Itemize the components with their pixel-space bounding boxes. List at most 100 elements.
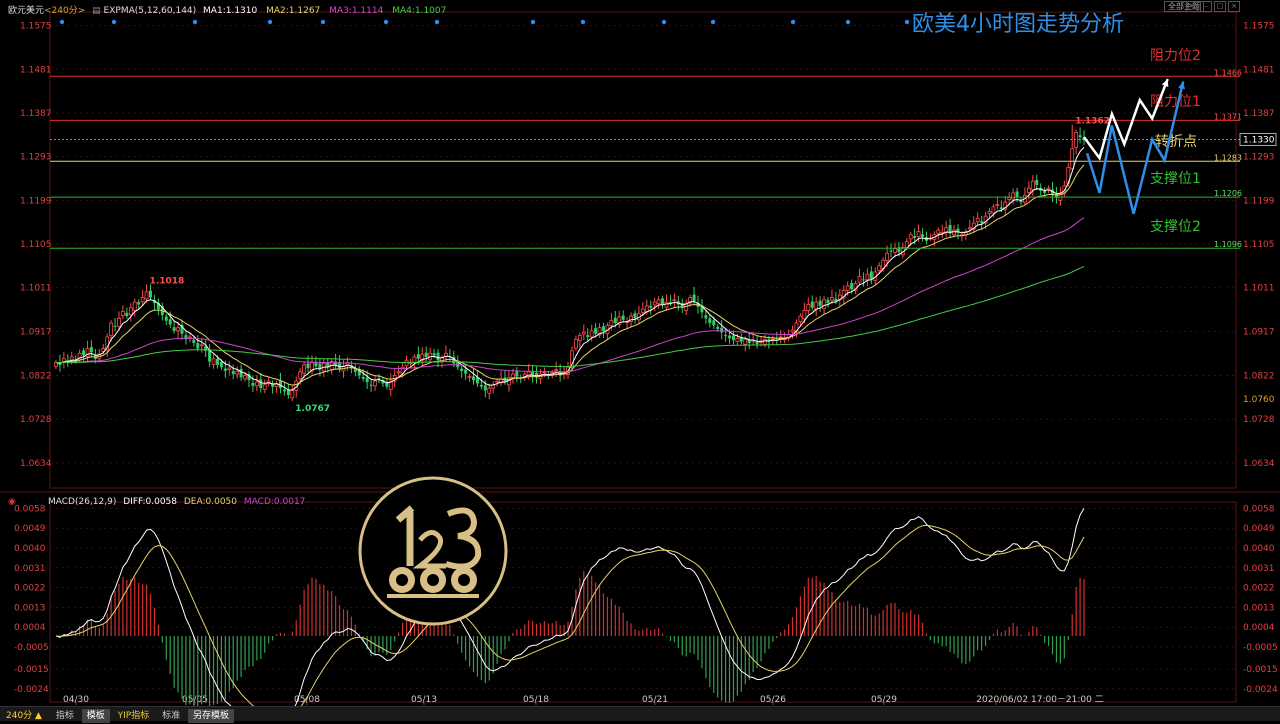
- event-dot: [790, 19, 796, 25]
- candle-body-down: [810, 301, 814, 308]
- macd-tick-right: 0.0013: [1243, 603, 1275, 613]
- pin-icon[interactable]: ⌖: [1186, 1, 1198, 12]
- toolbar-indicator[interactable]: 指标: [51, 709, 79, 723]
- x-tick-label: 04/30: [63, 695, 89, 705]
- indicator-label[interactable]: EXPMA(5,12,60,144): [104, 6, 197, 16]
- candle-body-up: [77, 352, 82, 361]
- candle-body-down: [724, 335, 728, 337]
- x-tick-label: 05/26: [760, 695, 786, 705]
- candle-body-up: [396, 371, 401, 374]
- candle-body-up: [822, 299, 826, 310]
- candle-body-down: [999, 207, 1003, 210]
- toolbar-save-template[interactable]: 另存模板: [187, 709, 234, 723]
- overlay-title: 欧美4小时图走势分析: [912, 12, 1124, 37]
- macd-values: MACD(26,12,9) DIFF:0.0058 DEA:0.0050 MAC…: [48, 497, 305, 507]
- candle-body-up: [987, 211, 992, 214]
- candle-body-up: [199, 344, 204, 347]
- watermark-logo: [358, 476, 508, 626]
- price-tick-left: 1.0917: [20, 327, 52, 337]
- extreme-annotation: 1.0767: [295, 404, 330, 414]
- price-chart-svg[interactable]: 1.1575 1.1575 1.1481 1.1481 1.1387 1.1387 1.12…: [0, 0, 1280, 724]
- candle-body-down: [483, 385, 487, 391]
- price-tick-right: 1.1481: [1243, 65, 1275, 75]
- event-dot: [845, 19, 851, 25]
- macd-toggle-icon[interactable]: ◉: [8, 497, 16, 507]
- candle-body-up: [412, 356, 417, 363]
- price-tick-right: 1.1011: [1243, 284, 1275, 294]
- price-tick-right: 1.0822: [1243, 372, 1275, 382]
- macd-tick-right: 0.0031: [1243, 564, 1275, 574]
- macd-pane-frame: [49, 501, 1237, 703]
- price-tick-right: 1.1105: [1243, 240, 1275, 250]
- candle-body-down: [471, 376, 475, 381]
- price-tick-right: 1.0917: [1243, 327, 1275, 337]
- candle-body-down: [219, 362, 223, 368]
- macd-tick-right: 0.0004: [1243, 623, 1275, 633]
- candle-body-down: [601, 326, 605, 331]
- right-marker-label: 1.0760: [1243, 395, 1275, 405]
- bottom-toolbar: 240分 ▲ 指标 模板 YIP指标 标准 另存模板: [0, 706, 1280, 723]
- macd-tick-left: -0.0024: [14, 685, 49, 695]
- candle-body-down: [728, 335, 732, 339]
- candle-body-down: [661, 298, 665, 305]
- candle-body-up: [373, 380, 377, 387]
- price-tick-right: 1.1387: [1243, 109, 1275, 119]
- candle-body-down: [251, 382, 255, 386]
- candle-body-up: [132, 301, 137, 311]
- candle-body-down: [125, 312, 129, 317]
- candle-body-down: [369, 384, 373, 386]
- ma3-value: MA3:1.1114: [329, 6, 384, 16]
- candle-body-down: [720, 327, 724, 333]
- extreme-annotation: 1.1362: [1075, 117, 1110, 127]
- macd-tick-right: -0.0005: [1243, 643, 1278, 653]
- ma-line-ma3: [55, 217, 1085, 373]
- toolbar-template[interactable]: 模板: [81, 709, 110, 723]
- event-dot: [661, 19, 667, 25]
- level-value-label: 1.1206: [1214, 189, 1242, 198]
- symbol-name[interactable]: 欧元美元: [8, 6, 44, 16]
- macd-tick-right: -0.0015: [1243, 665, 1278, 675]
- candle-body-down: [196, 343, 200, 349]
- macd-diff-line: [55, 508, 1085, 724]
- candle-body-up: [893, 248, 897, 253]
- price-tick-left: 1.1481: [20, 65, 52, 75]
- candle-body-down: [633, 313, 637, 319]
- macd-tick-left: -0.0005: [14, 643, 49, 653]
- candle-body-down: [704, 315, 708, 319]
- toolbar-yip[interactable]: YIP指标: [113, 709, 155, 723]
- close-icon[interactable]: ×: [1228, 1, 1240, 12]
- candle-body-up: [404, 359, 409, 367]
- candle-body-down: [223, 368, 227, 371]
- candle-body-down: [869, 271, 873, 279]
- candle-body-up: [109, 322, 114, 336]
- level-value-label: 1.1096: [1214, 240, 1242, 249]
- x-tick-label: 2020/06/02 17:00－21:00 二: [976, 695, 1103, 705]
- candle-body-down: [192, 339, 196, 344]
- ma2-value: MA2:1.1267: [266, 6, 321, 16]
- candle-body-up: [967, 227, 972, 230]
- candle-body-down: [755, 341, 759, 344]
- candle-body-up: [652, 301, 657, 306]
- event-dot: [383, 19, 389, 25]
- candle-body-down: [826, 299, 830, 304]
- macd-tick-right: 0.0058: [1243, 504, 1275, 514]
- minimize-icon[interactable]: –: [1200, 1, 1212, 12]
- price-tick-left: 1.1105: [20, 240, 52, 250]
- toolbar-standard[interactable]: 标准: [157, 709, 185, 723]
- level-name-label: 支撑位1: [1150, 171, 1201, 187]
- candle-body-up: [743, 338, 748, 345]
- maximize-icon[interactable]: □: [1214, 1, 1226, 12]
- macd-name[interactable]: MACD(26,12,9): [48, 497, 116, 507]
- event-dot: [192, 19, 198, 25]
- event-dot: [267, 19, 273, 25]
- price-tick-right: 1.1293: [1243, 153, 1275, 163]
- candle-body-up: [609, 320, 614, 326]
- candle-body-up: [577, 335, 582, 342]
- settings-icon[interactable]: ▤: [92, 6, 101, 16]
- candle-body-down: [731, 335, 735, 341]
- event-dot: [59, 19, 65, 25]
- candle-body-down: [172, 327, 176, 331]
- window-buttons: ⌖ – □ ×: [1184, 1, 1240, 12]
- candle-body-down: [818, 300, 822, 306]
- event-dot: [530, 19, 536, 25]
